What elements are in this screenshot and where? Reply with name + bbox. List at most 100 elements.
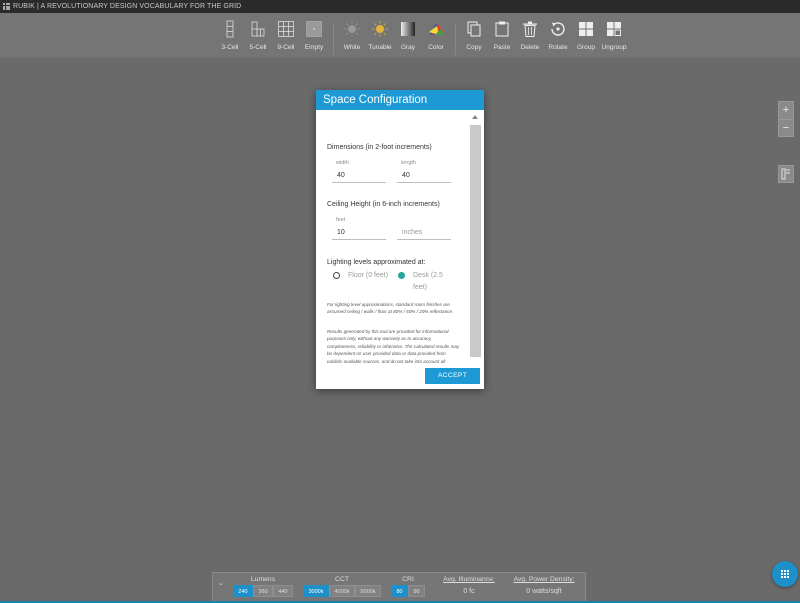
- gray-light-icon: [399, 20, 417, 38]
- cct-option-3000k[interactable]: 3000k: [303, 585, 329, 597]
- trash-icon: [521, 20, 539, 38]
- copy-icon: [465, 20, 483, 38]
- layout-5-cell-button[interactable]: 5-Cell: [244, 20, 272, 51]
- avg-illuminance-value: 0 fc: [463, 588, 475, 595]
- reflectance-note: For lighting level approximations, stand…: [327, 302, 454, 315]
- action-label: Delete: [520, 44, 540, 51]
- copy-button[interactable]: Copy: [460, 20, 488, 51]
- nine-cell-icon: [277, 20, 295, 38]
- disclaimer-note: Results generated by this tool are provi…: [327, 329, 460, 363]
- app-title-bar: RUBIK | A REVOLUTIONARY DESIGN VOCABULAR…: [0, 0, 800, 13]
- avg-power-density-value: 0 watts/sqft: [526, 588, 562, 595]
- zoom-out-button[interactable]: −: [779, 119, 793, 136]
- avg-power-density: Avg. Power Density: 0 watts/sqft: [509, 576, 579, 595]
- cri-option-90[interactable]: 90: [408, 585, 425, 597]
- avg-power-density-label: Avg. Power Density:: [513, 576, 575, 583]
- color-palette-icon: [427, 20, 445, 38]
- layout-label: 3-Cell: [221, 44, 239, 51]
- layout-3-cell-button[interactable]: 3-Cell: [216, 20, 244, 51]
- layout-label: 9-Cell: [277, 44, 295, 51]
- lighting-label: White: [343, 44, 361, 51]
- tunable-light-icon: [371, 20, 389, 38]
- floor-radio-indicator: [333, 272, 340, 279]
- cri-group: CRI 80 90: [391, 576, 425, 597]
- lighting-label: Gray: [400, 44, 416, 51]
- cct-option-4000k[interactable]: 4000k: [329, 585, 355, 597]
- action-label: Copy: [466, 44, 482, 51]
- zoom-in-button[interactable]: +: [779, 102, 793, 119]
- group-icon: [577, 20, 595, 38]
- layout-label: 5-Cell: [249, 44, 267, 51]
- toolbar-divider: [333, 23, 334, 55]
- ungroup-button[interactable]: Ungroup: [600, 20, 628, 51]
- feet-label: feet: [336, 217, 346, 223]
- inches-field[interactable]: inches: [397, 220, 451, 240]
- lumens-option-440[interactable]: 440: [273, 585, 293, 597]
- light-color-button[interactable]: Color: [422, 20, 450, 51]
- lumens-option-360[interactable]: 360: [253, 585, 273, 597]
- feet-field[interactable]: feet 10: [332, 217, 386, 240]
- action-label: Rotate: [548, 44, 568, 51]
- lighting-label: Tunable: [368, 44, 392, 51]
- accept-button[interactable]: ACCEPT: [425, 368, 480, 384]
- lighting-levels-heading: Lighting levels approximated at:: [327, 259, 426, 266]
- group-button[interactable]: Group: [572, 20, 600, 51]
- cri-option-80[interactable]: 80: [391, 585, 408, 597]
- bottom-settings-bar: ⌄ Lumens 240 360 440 CCT 3000k 4000k 500…: [212, 572, 586, 603]
- action-label: Ungroup: [601, 44, 627, 51]
- action-label: Paste: [493, 44, 511, 51]
- dialog-scrollbar[interactable]: [468, 110, 481, 363]
- dimensions-heading: Dimensions (in 2-foot increments): [327, 144, 432, 151]
- white-light-icon: [343, 20, 361, 38]
- layout-label: Empty: [304, 44, 324, 51]
- length-label: length: [401, 160, 416, 166]
- paste-button[interactable]: Paste: [488, 20, 516, 51]
- lighting-label: Color: [428, 44, 444, 51]
- grid-menu-button[interactable]: [772, 561, 798, 587]
- panel-toggle-button[interactable]: [778, 165, 794, 183]
- avg-illuminance: Avg. Illuminance: 0 fc: [439, 576, 499, 595]
- floor-radio[interactable]: Floor (0 feet): [333, 270, 395, 294]
- space-configuration-dialog: Space Configuration Dimensions (in 2-foo…: [316, 90, 484, 389]
- lumens-label: Lumens: [250, 576, 276, 583]
- cct-label: CCT: [335, 576, 349, 583]
- light-white-button[interactable]: White: [338, 20, 366, 51]
- dialog-body: Dimensions (in 2-foot increments) width …: [316, 110, 484, 363]
- rotate-button[interactable]: Rotate: [544, 20, 572, 51]
- toolbar-divider: [455, 23, 456, 55]
- delete-button[interactable]: Delete: [516, 20, 544, 51]
- scroll-up-arrow-icon[interactable]: [472, 115, 478, 119]
- inches-placeholder: inches: [402, 229, 423, 236]
- layout-9-cell-button[interactable]: 9-Cell: [272, 20, 300, 51]
- width-label: width: [336, 160, 349, 166]
- ungroup-icon: [605, 20, 623, 38]
- width-field[interactable]: width 40: [332, 160, 386, 183]
- three-cell-icon: [221, 20, 239, 38]
- rotate-icon: [549, 20, 567, 38]
- feet-value: 10: [337, 229, 345, 236]
- cri-label: CRI: [402, 576, 414, 583]
- desk-radio[interactable]: Desk (2.5 feet): [398, 270, 460, 294]
- avg-illuminance-label: Avg. Illuminance:: [443, 576, 495, 583]
- scrollbar-thumb[interactable]: [470, 125, 481, 357]
- layout-empty-button[interactable]: Empty: [300, 20, 328, 51]
- width-value: 40: [337, 172, 345, 179]
- lumens-option-240[interactable]: 240: [233, 585, 253, 597]
- light-tunable-button[interactable]: Tunable: [366, 20, 394, 51]
- dialog-title: Space Configuration: [316, 90, 484, 110]
- grid-logo-icon: [3, 3, 10, 10]
- toolbar: 3-Cell 5-Cell 9-Cell Empty White Tunable: [0, 13, 800, 58]
- empty-cell-icon: [305, 20, 323, 38]
- floor-radio-label: Floor (0 feet): [348, 272, 389, 279]
- cct-option-5000k[interactable]: 5000k: [355, 585, 381, 597]
- cct-group: CCT 3000k 4000k 5000k: [303, 576, 381, 597]
- length-field[interactable]: length 40: [397, 160, 451, 183]
- action-label: Group: [576, 44, 596, 51]
- panel-icon: [781, 168, 790, 180]
- chevron-down-icon[interactable]: ⌄: [218, 579, 224, 587]
- light-gray-button[interactable]: Gray: [394, 20, 422, 51]
- ceiling-height-heading: Ceiling Height (in 6-inch increments): [327, 201, 440, 208]
- grid-icon: [781, 570, 789, 578]
- desk-radio-label: Desk (2.5 feet): [413, 272, 443, 291]
- five-cell-icon: [249, 20, 267, 38]
